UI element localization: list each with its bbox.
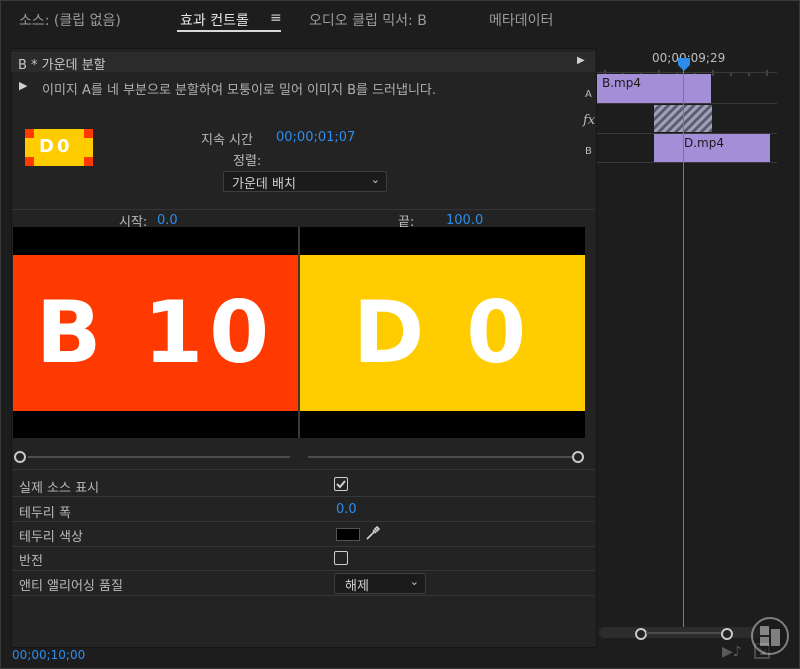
- panel-menu-icon[interactable]: ≡: [270, 10, 282, 26]
- show-actual-sources-checkbox[interactable]: [334, 477, 348, 491]
- start-value[interactable]: 0.0: [157, 213, 178, 228]
- chevron-down-icon: ⌄: [370, 173, 380, 186]
- clip-b-mp4[interactable]: B.mp4: [597, 74, 711, 103]
- border-width-label: 테두리 폭: [19, 506, 71, 521]
- reverse-checkbox[interactable]: [334, 551, 348, 565]
- clip-b-label: B.mp4: [602, 76, 641, 90]
- preview-play-icon[interactable]: ▶: [19, 79, 27, 92]
- antialias-value: 해제: [345, 579, 369, 594]
- antialias-label: 앤티 앨리어싱 품질: [19, 579, 123, 594]
- watermark-logo: [750, 616, 790, 660]
- active-tab-underline: [177, 30, 281, 32]
- playhead-line: [683, 62, 684, 627]
- effect-description: 이미지 A를 네 부분으로 분할하여 모퉁이로 밀어 이미지 B를 드러냅니다.: [42, 83, 437, 98]
- start-slider-track[interactable]: [28, 456, 290, 458]
- duration-label: 지속 시간: [201, 133, 253, 148]
- tab-effect-controls[interactable]: 효과 컨트롤: [180, 10, 249, 30]
- fx-track-label: fx: [583, 113, 596, 128]
- preview-image-b: D 0: [300, 255, 585, 411]
- effect-title: B * 가운데 분할: [18, 58, 106, 73]
- show-actual-sources-label: 실제 소스 표시: [19, 481, 100, 496]
- thumbnail-text: D0: [39, 136, 73, 157]
- transition-preview: B 10 D 0: [13, 227, 585, 438]
- transition-thumbnail: D0: [25, 129, 93, 166]
- play-transition-icon[interactable]: ▶: [577, 55, 585, 66]
- start-slider-knob[interactable]: [14, 451, 26, 463]
- footer-timecode[interactable]: 00;00;10;00: [12, 648, 85, 662]
- clip-d-label: D.mp4: [684, 136, 724, 150]
- alignment-label: 정렬:: [233, 154, 262, 169]
- end-slider-track[interactable]: [308, 456, 572, 458]
- antialias-select[interactable]: 해제 ⌄: [334, 573, 426, 594]
- end-slider-knob[interactable]: [572, 451, 584, 463]
- duration-value[interactable]: 00;00;01;07: [276, 130, 355, 145]
- audio-play-icon[interactable]: ▶♪: [722, 644, 742, 660]
- tab-audio-clip-mixer[interactable]: 오디오 클립 믹서: B: [309, 10, 427, 30]
- track-b-label: B: [585, 146, 592, 157]
- border-color-label: 테두리 색상: [19, 530, 83, 545]
- scrollbar-right-handle[interactable]: [721, 628, 733, 640]
- tab-source[interactable]: 소스: (클립 없음): [19, 10, 121, 30]
- tab-metadata[interactable]: 메타데이터: [489, 10, 553, 30]
- reverse-label: 반전: [19, 554, 43, 569]
- alignment-select[interactable]: 가운데 배치 ⌄: [223, 171, 387, 192]
- clip-d-mp4[interactable]: D.mp4: [654, 134, 770, 162]
- chevron-down-icon: ⌄: [409, 575, 419, 588]
- track-a-label: A: [585, 89, 592, 100]
- border-width-value[interactable]: 0.0: [336, 502, 357, 517]
- alignment-value: 가운데 배치: [232, 177, 296, 192]
- scrollbar-left-handle[interactable]: [635, 628, 647, 640]
- preview-image-a: B 10: [13, 255, 298, 411]
- border-color-swatch[interactable]: [336, 528, 360, 541]
- eyedropper-icon[interactable]: [364, 525, 381, 546]
- end-value[interactable]: 100.0: [446, 213, 483, 228]
